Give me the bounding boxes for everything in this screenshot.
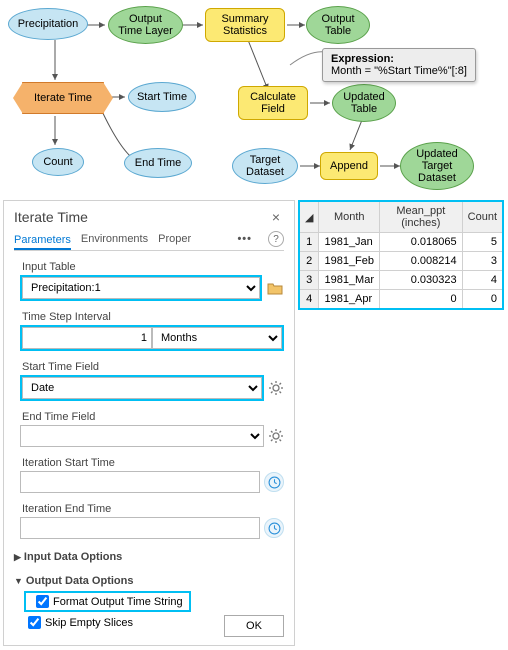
model-flowchart: Precipitation Output Time Layer Summary … bbox=[0, 0, 508, 200]
cell-month: 1981_Jan bbox=[319, 233, 380, 252]
clock-icon[interactable] bbox=[264, 518, 284, 538]
cell-count: 4 bbox=[462, 271, 503, 290]
table-row[interactable]: 4 1981_Apr 0 0 bbox=[299, 290, 503, 310]
cell-mean: 0.008214 bbox=[380, 252, 463, 271]
cell-mean: 0 bbox=[380, 290, 463, 310]
iteration-start-input[interactable] bbox=[20, 471, 260, 493]
iteration-start-label: Iteration Start Time bbox=[14, 457, 284, 469]
node-target-dataset[interactable]: Target Dataset bbox=[232, 148, 298, 184]
node-label: Target Dataset bbox=[246, 154, 284, 178]
results-table: ◢ Month Mean_ppt (inches) Count 1 1981_J… bbox=[298, 200, 504, 310]
section-label: Input Data Options bbox=[24, 551, 122, 563]
node-label: Output Time Layer bbox=[118, 13, 173, 37]
node-label: Updated Target Dataset bbox=[416, 148, 458, 184]
row-number: 2 bbox=[299, 252, 319, 271]
tooltip-body: Month = "%Start Time%"[:8] bbox=[331, 65, 467, 77]
format-output-label: Format Output Time String bbox=[53, 596, 183, 608]
tab-environments[interactable]: Environments bbox=[81, 231, 148, 247]
end-time-field-select[interactable] bbox=[20, 425, 264, 447]
col-mean[interactable]: Mean_ppt (inches) bbox=[380, 201, 463, 233]
tab-parameters[interactable]: Parameters bbox=[14, 232, 71, 250]
node-updated-target-dataset[interactable]: Updated Target Dataset bbox=[400, 142, 474, 190]
input-table-select[interactable]: Precipitation:1 bbox=[22, 277, 260, 299]
cell-month: 1981_Mar bbox=[319, 271, 380, 290]
clock-icon[interactable] bbox=[264, 472, 284, 492]
cell-mean: 0.030323 bbox=[380, 271, 463, 290]
node-label: Summary Statistics bbox=[221, 13, 268, 37]
gear-icon[interactable] bbox=[268, 428, 284, 444]
start-time-field-label: Start Time Field bbox=[14, 361, 284, 373]
cell-count: 3 bbox=[462, 252, 503, 271]
end-time-field-label: End Time Field bbox=[14, 411, 284, 423]
format-output-checkbox[interactable] bbox=[36, 595, 49, 608]
col-month[interactable]: Month bbox=[319, 201, 380, 233]
node-updated-table[interactable]: Updated Table bbox=[332, 84, 396, 122]
caret-down-icon: ▼ bbox=[14, 576, 23, 586]
start-time-field-select[interactable]: Date bbox=[22, 377, 262, 399]
node-iterate-time[interactable]: Iterate Time bbox=[22, 82, 104, 114]
node-label: Start Time bbox=[137, 91, 187, 103]
node-label: Updated Table bbox=[343, 91, 385, 115]
node-label: Append bbox=[330, 160, 368, 172]
node-output-time-layer[interactable]: Output Time Layer bbox=[108, 6, 183, 44]
browse-folder-icon[interactable] bbox=[266, 279, 284, 297]
cell-month: 1981_Apr bbox=[319, 290, 380, 310]
iteration-end-input[interactable] bbox=[20, 517, 260, 539]
node-label: Precipitation bbox=[18, 18, 79, 30]
col-count[interactable]: Count bbox=[462, 201, 503, 233]
section-label: Output Data Options bbox=[26, 575, 134, 587]
skip-empty-checkbox[interactable] bbox=[28, 616, 41, 629]
node-label: Output Table bbox=[321, 13, 354, 37]
table-row[interactable]: 3 1981_Mar 0.030323 4 bbox=[299, 271, 503, 290]
node-start-time[interactable]: Start Time bbox=[128, 82, 196, 112]
input-table-label: Input Table bbox=[14, 261, 284, 273]
row-number: 1 bbox=[299, 233, 319, 252]
node-label: End Time bbox=[135, 157, 181, 169]
caret-right-icon: ▶ bbox=[14, 552, 21, 563]
panel-title: Iterate Time bbox=[14, 209, 88, 225]
ok-button[interactable]: OK bbox=[224, 615, 284, 637]
node-calculate-field[interactable]: Calculate Field bbox=[238, 86, 308, 120]
node-precipitation[interactable]: Precipitation bbox=[8, 8, 88, 40]
node-append[interactable]: Append bbox=[320, 152, 378, 180]
time-step-number-input[interactable] bbox=[22, 327, 152, 349]
node-label: Iterate Time bbox=[34, 92, 92, 104]
gear-icon[interactable] bbox=[268, 380, 284, 396]
time-step-unit-select[interactable]: Months bbox=[152, 327, 282, 349]
tabs-overflow[interactable]: ••• bbox=[237, 233, 252, 245]
cell-month: 1981_Feb bbox=[319, 252, 380, 271]
cell-mean: 0.018065 bbox=[380, 233, 463, 252]
row-number: 4 bbox=[299, 290, 319, 310]
skip-empty-label: Skip Empty Slices bbox=[45, 617, 133, 629]
node-count[interactable]: Count bbox=[32, 148, 84, 176]
node-summary-statistics[interactable]: Summary Statistics bbox=[205, 8, 285, 42]
table-row[interactable]: 1 1981_Jan 0.018065 5 bbox=[299, 233, 503, 252]
node-label: Count bbox=[43, 156, 72, 168]
close-button[interactable]: × bbox=[268, 209, 284, 225]
expression-tooltip: Expression: Month = "%Start Time%"[:8] bbox=[322, 48, 476, 82]
tab-properties[interactable]: Proper bbox=[158, 231, 191, 247]
output-data-options-section[interactable]: ▼Output Data Options bbox=[14, 575, 284, 587]
node-output-table[interactable]: Output Table bbox=[306, 6, 370, 44]
table-corner[interactable]: ◢ bbox=[299, 201, 319, 233]
cell-count: 5 bbox=[462, 233, 503, 252]
help-icon[interactable]: ? bbox=[268, 231, 284, 247]
table-row[interactable]: 2 1981_Feb 0.008214 3 bbox=[299, 252, 503, 271]
time-step-label: Time Step Interval bbox=[14, 311, 284, 323]
input-data-options-section[interactable]: ▶Input Data Options bbox=[14, 551, 284, 563]
row-number: 3 bbox=[299, 271, 319, 290]
tooltip-title: Expression: bbox=[331, 53, 467, 65]
iteration-end-label: Iteration End Time bbox=[14, 503, 284, 515]
iterate-time-panel: Iterate Time × Parameters Environments P… bbox=[3, 200, 295, 646]
cell-count: 0 bbox=[462, 290, 503, 310]
panel-tabs: Parameters Environments Proper ••• ? bbox=[14, 231, 284, 251]
node-end-time[interactable]: End Time bbox=[124, 148, 192, 178]
node-label: Calculate Field bbox=[250, 91, 296, 115]
